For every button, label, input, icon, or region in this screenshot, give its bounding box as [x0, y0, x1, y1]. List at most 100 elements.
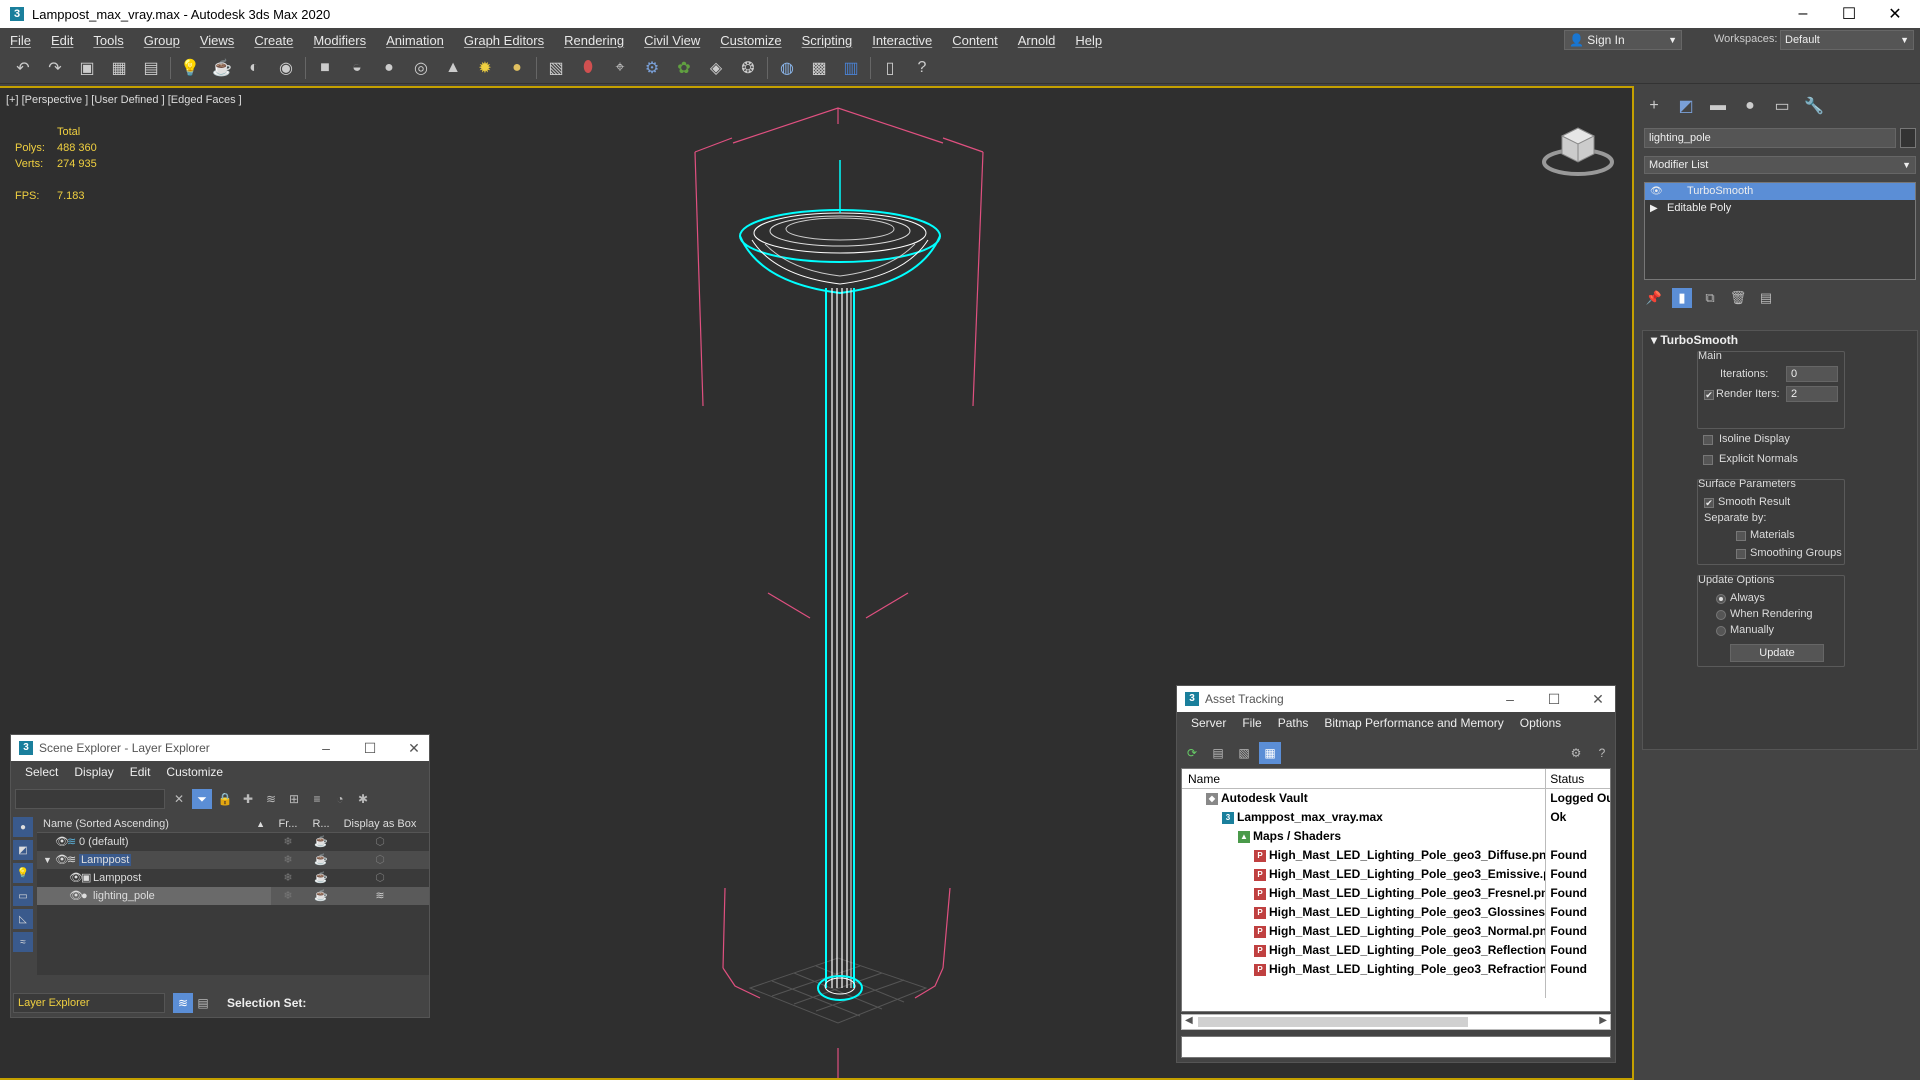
make-unique-icon[interactable]: ⧉	[1700, 288, 1720, 308]
expand-icon[interactable]: ▶	[1650, 200, 1658, 217]
asset-row[interactable]: P High_Mast_LED_Lighting_Pole_geo3_Glossi…	[1182, 903, 1610, 922]
when-rendering-radio[interactable]	[1716, 610, 1726, 620]
menu-content[interactable]: Content	[942, 33, 1008, 48]
asset-row[interactable]: 3 Lamppost_max_vray.max Ok	[1182, 808, 1610, 827]
menu-file[interactable]: File	[1234, 716, 1269, 730]
asset-row[interactable]: P High_Mast_LED_Lighting_Pole_geo3_Fresne…	[1182, 884, 1610, 903]
menu-animation[interactable]: Animation	[376, 33, 454, 48]
iterations-spinner[interactable]: 0	[1786, 366, 1838, 382]
horizontal-scrollbar[interactable]: ◀ ▶	[1181, 1014, 1611, 1030]
utilities-tab-icon[interactable]: 🔧	[1800, 94, 1828, 118]
render-frame-icon[interactable]: ▣	[74, 56, 100, 80]
asset-row[interactable]: ◆ Autodesk Vault Logged Ou	[1182, 789, 1610, 808]
sun-icon[interactable]: ✹	[472, 56, 498, 80]
menu-paths[interactable]: Paths	[1270, 716, 1317, 730]
menu-arnold[interactable]: Arnold	[1008, 33, 1066, 48]
column-name[interactable]: Name	[1182, 769, 1547, 788]
renderable-icon[interactable]: ☕	[305, 869, 337, 887]
menu-views[interactable]: Views	[190, 33, 244, 48]
pill-icon[interactable]: ⬮	[575, 56, 601, 80]
renderable-icon[interactable]: ☕	[305, 851, 337, 869]
menu-options[interactable]: Options	[1512, 716, 1569, 730]
box-icon[interactable]: ■	[312, 56, 338, 80]
display-lights-icon[interactable]: 💡	[13, 863, 33, 883]
smoothing-groups-checkbox[interactable]	[1736, 549, 1746, 559]
modifier-list-dropdown[interactable]: Modifier List ▼	[1644, 156, 1916, 174]
box-icon[interactable]: ⬡	[337, 869, 423, 887]
column-render[interactable]: R...	[305, 815, 337, 832]
fern-icon[interactable]: ✿	[671, 56, 697, 80]
globe-icon[interactable]: ◍	[774, 56, 800, 80]
hemisphere-icon[interactable]: ◒	[344, 56, 370, 80]
menu-help[interactable]: Help	[1065, 33, 1112, 48]
menu-server[interactable]: Server	[1183, 716, 1234, 730]
render-iters-spinner[interactable]: 2	[1786, 386, 1838, 402]
thumbnail-view-icon[interactable]: ▧	[1233, 742, 1255, 764]
menu-customize[interactable]: Customize	[710, 33, 791, 48]
layer-row[interactable]: ▼ 👁 ≋ Lamppost ❄ ☕ ⬡	[37, 851, 429, 869]
stack-layers-icon[interactable]: ≡	[307, 789, 327, 809]
display-geometry-icon[interactable]: ●	[13, 817, 33, 837]
scroll-right-icon[interactable]: ▶	[1599, 1015, 1607, 1026]
display-spacewarps-icon[interactable]: ≈	[13, 932, 33, 952]
stack-item-editable-poly[interactable]: ▶ Editable Poly	[1645, 200, 1915, 217]
minimize-button[interactable]: –	[1780, 0, 1826, 28]
column-display-as-box[interactable]: Display as Box	[337, 815, 423, 832]
modify-tab-icon[interactable]: ◩	[1672, 94, 1700, 118]
object-color-swatch[interactable]	[1900, 128, 1916, 148]
display-cameras-icon[interactable]: ▭	[13, 886, 33, 906]
freeze-icon[interactable]: ❄	[271, 887, 305, 905]
redo-icon[interactable]: ↷	[42, 56, 68, 80]
column-frozen[interactable]: Fr...	[271, 815, 305, 832]
maximize-button[interactable]: ☐	[1539, 686, 1569, 712]
menu-interactive[interactable]: Interactive	[862, 33, 942, 48]
object-name-field[interactable]: lighting_pole	[1644, 128, 1896, 148]
menu-edit[interactable]: Edit	[122, 765, 159, 779]
scroll-left-icon[interactable]: ◀	[1185, 1015, 1193, 1026]
layer-row[interactable]: 👁 ≋ 0 (default) ❄ ☕ ⬡	[37, 833, 429, 851]
object-row[interactable]: 👁 ● lighting_pole ❄ ☕ ≋	[37, 887, 429, 905]
minimize-button[interactable]: –	[1495, 686, 1525, 712]
materials-checkbox[interactable]	[1736, 531, 1746, 541]
torus-icon[interactable]: ◎	[408, 56, 434, 80]
menu-select[interactable]: Select	[17, 765, 66, 779]
column-status[interactable]: Status	[1546, 769, 1610, 788]
menu-modifiers[interactable]: Modifiers	[303, 33, 376, 48]
menu-file[interactable]: File	[0, 33, 41, 48]
close-button[interactable]: ✕	[1583, 686, 1613, 712]
menu-rendering[interactable]: Rendering	[554, 33, 634, 48]
search-input[interactable]	[15, 789, 165, 809]
gear-icon[interactable]: ⚙	[639, 56, 665, 80]
workspace-select[interactable]: Default ▼	[1780, 30, 1914, 50]
sign-in-dropdown[interactable]: 👤 Sign In ▼	[1564, 30, 1682, 50]
explicit-normals-checkbox[interactable]	[1703, 455, 1713, 465]
help-icon[interactable]: ?	[909, 56, 935, 80]
menu-customize[interactable]: Customize	[158, 765, 231, 779]
sphere-icon[interactable]: ●	[376, 56, 402, 80]
render-setup-icon[interactable]: ◐	[241, 56, 267, 80]
help-icon[interactable]: ?	[1591, 742, 1613, 764]
asset-tracking-titlebar[interactable]: 3 Asset Tracking – ☐ ✕	[1177, 686, 1615, 712]
smooth-result-checkbox[interactable]: ✔	[1704, 498, 1714, 508]
render-settings-icon[interactable]: ▩	[806, 56, 832, 80]
add-layer-icon[interactable]: ✚	[238, 789, 258, 809]
render-iters-checkbox[interactable]: ✔	[1704, 390, 1714, 400]
camera-rig-icon[interactable]: ⌖	[607, 56, 633, 80]
sky-icon[interactable]: ●	[504, 56, 530, 80]
menu-tools[interactable]: Tools	[83, 33, 133, 48]
show-end-result-icon[interactable]: ▮	[1672, 288, 1692, 308]
asset-row[interactable]: P High_Mast_LED_Lighting_Pole_geo3_Normal…	[1182, 922, 1610, 941]
list-view-icon[interactable]: ▤	[1207, 742, 1229, 764]
scene-mode-icon[interactable]: ▤	[193, 993, 213, 1013]
always-radio[interactable]	[1716, 594, 1726, 604]
undo-icon[interactable]: ↶	[10, 56, 36, 80]
manually-radio[interactable]	[1716, 626, 1726, 636]
scene-explorer-titlebar[interactable]: 3 Scene Explorer - Layer Explorer – ☐ ✕	[11, 735, 429, 761]
explorer-mode-dropdown[interactable]: Layer Explorer	[13, 993, 165, 1013]
render-production-icon[interactable]: ◉	[273, 56, 299, 80]
asset-row[interactable]: P High_Mast_LED_Lighting_Pole_geo3_Refrac…	[1182, 960, 1610, 979]
create-tab-icon[interactable]: +	[1640, 94, 1668, 118]
isoline-display-checkbox[interactable]	[1703, 435, 1713, 445]
lock-icon[interactable]: 🔒	[215, 789, 235, 809]
freeze-icon[interactable]: ❄	[271, 851, 305, 869]
